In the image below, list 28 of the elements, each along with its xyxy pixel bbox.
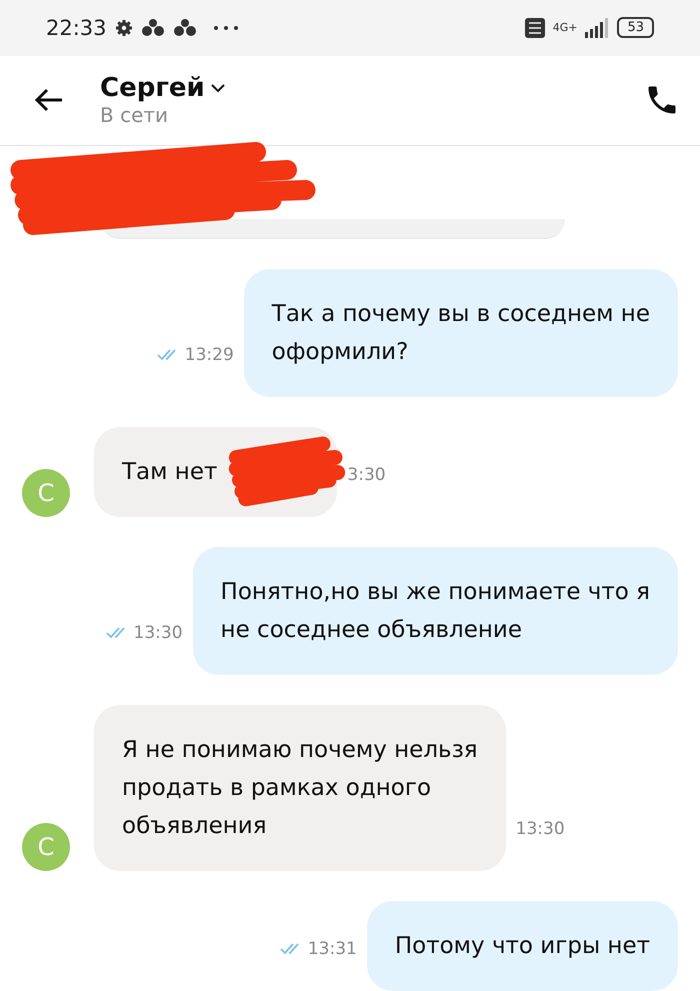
message-time: 13:31 <box>308 939 357 959</box>
message-text: Понятно,но вы же понимаете что я <box>220 578 650 607</box>
message-text: Я не понимаю почему нельзя <box>122 736 478 765</box>
signal-icon <box>585 18 610 38</box>
battery-indicator: 53 <box>617 17 654 38</box>
message-time: 3:30 <box>347 465 386 485</box>
back-arrow-icon[interactable] <box>34 88 64 112</box>
chevron-down-icon[interactable] <box>210 84 225 93</box>
contact-name[interactable]: Сергей <box>100 73 205 104</box>
message-text: объявления <box>122 812 268 841</box>
network-type: 4G+ <box>552 21 578 34</box>
message-time: 13:30 <box>134 623 183 643</box>
avatar: С <box>22 469 70 517</box>
message-text: Потому что игры нет <box>394 932 650 961</box>
bubbles-icon <box>172 18 197 38</box>
message-text: не соседнее объявление <box>220 616 523 645</box>
online-status: В сети <box>100 103 170 128</box>
message-time: 13:30 <box>516 819 565 839</box>
more-icon <box>212 24 239 31</box>
message-text: оформили? <box>272 338 410 367</box>
avatar: С <box>22 823 70 871</box>
message-text: Там нет <box>122 458 218 487</box>
bubbles-icon <box>140 18 165 38</box>
message-text: продать в рамках одного <box>122 774 432 803</box>
gear-icon <box>114 18 133 37</box>
message-text: Так а почему вы в соседнем не <box>272 300 650 329</box>
status-time: 22:33 <box>46 16 107 40</box>
message-time: 13:29 <box>184 345 234 365</box>
